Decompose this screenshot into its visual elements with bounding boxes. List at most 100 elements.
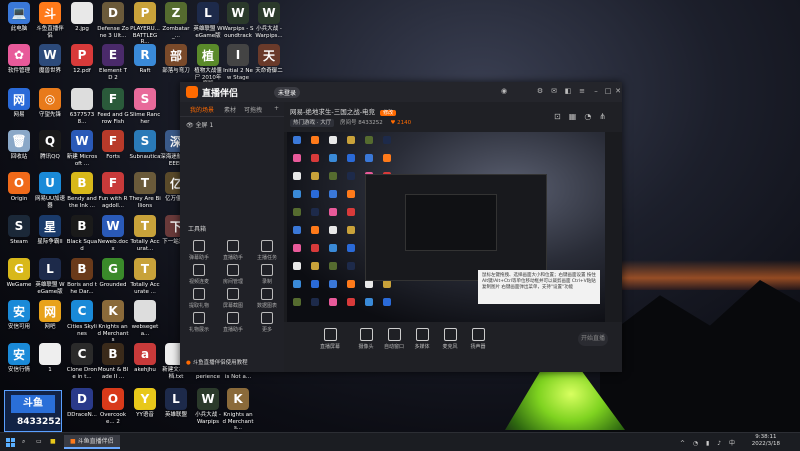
desktop-icon[interactable]: S Slime Rancher [129, 88, 161, 125]
menu-icon[interactable]: ≡ [578, 87, 586, 95]
toolbox-item[interactable]: 直播助手 [218, 312, 248, 333]
desktop-icon[interactable]: W 小兵大战 - Warpips [192, 388, 224, 425]
avatar-icon[interactable]: ◉ [500, 87, 508, 95]
desktop-icon[interactable]: 63775738... [66, 88, 98, 125]
desktop-icon[interactable]: L 英雄联盟 [160, 388, 192, 419]
edit-title-button[interactable]: 修改 [380, 110, 397, 116]
desktop-icon[interactable]: Z Zombatar_... [160, 2, 192, 39]
desktop-icon[interactable]: C Cities Skylines [66, 300, 98, 337]
desktop-icon[interactable]: B Boris and the Dar... [66, 258, 98, 295]
desktop-icon[interactable]: 天天命奇御二 [253, 44, 285, 75]
skin-icon[interactable]: ◧ [564, 87, 572, 95]
desktop-icon[interactable]: T They Are Billions [129, 172, 161, 209]
desktop-icon[interactable]: 网网易 [3, 88, 35, 119]
settings-icon[interactable]: ⚙ [536, 87, 544, 95]
desktop-icon[interactable]: 网网吧 [34, 300, 66, 331]
desktop-icon[interactable]: D Defense Zone 3 Ult... [97, 2, 129, 39]
desktop-icon[interactable]: P 12.pdf [66, 44, 98, 75]
minimize-icon[interactable]: – [592, 87, 600, 95]
toolbox-item[interactable]: 录制 [252, 264, 282, 285]
desktop-icon[interactable]: O Overcooke... 2 [97, 388, 129, 425]
desktop-icon[interactable]: W 小兵大战 - Warpips... [253, 2, 285, 39]
calendar-icon[interactable]: ▦ [569, 112, 585, 121]
desktop-icon[interactable]: W 新建 Microsoft ... [66, 130, 98, 167]
desktop-icon[interactable]: S Steam [3, 215, 35, 246]
system-tray[interactable]: ^ ◔ ▮ ♪ 中 [680, 438, 738, 447]
taskbar-app-douyu[interactable]: ■ 斗鱼直播伴侣 [64, 435, 120, 449]
desktop-icon[interactable]: T Totally Accurat... [129, 215, 161, 252]
desktop-icon[interactable]: L 英雄联盟 WeGame版 [34, 258, 66, 295]
category-badge[interactable]: 热门游戏 · 大厅 [290, 119, 335, 127]
bell-icon[interactable]: ◔ [584, 112, 599, 121]
tab-scenes[interactable]: 我的场景 [190, 105, 214, 114]
desktop-icon[interactable]: U 网易UU加速器 [34, 172, 66, 209]
tab-materials[interactable]: 素材 [224, 105, 236, 114]
desktop-icon[interactable]: B Bendy and the Ink ... [66, 172, 98, 209]
desktop-icon[interactable]: 斗斗鱼直播伴侣 [34, 2, 66, 39]
desktop-icon[interactable]: a akehjhu [129, 343, 161, 374]
task-view-icon[interactable]: ▭ [36, 435, 42, 449]
toolbox-item[interactable]: 数据图表 [252, 288, 282, 309]
desktop-icon[interactable]: G WeGame [3, 258, 35, 289]
desktop-icon[interactable]: O Origin [3, 172, 35, 203]
desktop-icon[interactable]: B Black Squad [66, 215, 98, 252]
source-button[interactable]: 扬声器 [460, 328, 496, 350]
desktop-icon[interactable]: R Raft [129, 44, 161, 75]
desktop-icon[interactable]: K Knights and Merchants [97, 300, 129, 344]
file-explorer-icon[interactable]: ■ [50, 435, 56, 449]
desktop-icon[interactable]: T Totally Accurate ... [129, 258, 161, 295]
close-icon[interactable]: ✕ [614, 87, 622, 95]
lock-icon[interactable]: ⊡ [554, 112, 569, 121]
desktop-icon[interactable]: G Grounded [97, 258, 129, 289]
desktop-icon[interactable]: I Initial 2 New Stage [222, 44, 254, 81]
desktop-icon[interactable]: C Clone Drone in t... [66, 343, 98, 380]
desktop-icon[interactable]: 安安信行情 [3, 343, 35, 374]
toolbox-item[interactable]: 直播助手 [218, 240, 248, 261]
start-stream-button[interactable]: 开始直播 [578, 332, 608, 346]
desktop-icon[interactable]: websegeta... [129, 300, 161, 337]
toolbox-item[interactable]: 主播任务 [252, 240, 282, 261]
desktop-icon[interactable]: 🗑 回收站 [3, 130, 35, 161]
tab-draggable[interactable]: 可拖拽 [244, 105, 262, 114]
desktop-icon[interactable]: 植植物大战僵尸 2010年度版 [192, 44, 224, 88]
search-icon[interactable]: ⌕ [22, 435, 25, 449]
desktop-icon[interactable]: W 魔兽世界 [34, 44, 66, 75]
share-icon[interactable]: ⋔ [599, 112, 614, 121]
desktop-icon[interactable]: B Mount & Blade II ... [97, 343, 129, 380]
eye-icon[interactable]: 👁 [186, 122, 194, 129]
start-menu-icon[interactable] [6, 438, 15, 447]
desktop-icon[interactable]: 💻 此电脑 [3, 2, 35, 33]
toolbox-item[interactable]: 更多 [252, 312, 282, 333]
desktop-icon[interactable]: Q 腾讯QQ [34, 130, 66, 161]
desktop-icon[interactable]: W Warpips - Soundtrack [222, 2, 254, 39]
desktop-icon[interactable]: ✿ 软件管理 [3, 44, 35, 75]
desktop-icon[interactable]: S Subnautica [129, 130, 161, 161]
toolbox-item[interactable]: 弹幕助手 [184, 240, 214, 261]
desktop-icon[interactable]: 1 [34, 343, 66, 374]
scene-item[interactable]: 👁 全屏 1 [186, 120, 213, 129]
desktop-icon[interactable]: K Knights and Merchants... [222, 388, 254, 432]
desktop-icon[interactable]: 部部落与弯刀 [160, 44, 192, 75]
desktop-icon[interactable]: F Fun with Ragdoll... [97, 172, 129, 209]
desktop-icon[interactable]: Y YY语音 [129, 388, 161, 419]
toolbox-item[interactable]: 屏幕截图 [218, 288, 248, 309]
toolbox-item[interactable]: 房间管理 [218, 264, 248, 285]
tutorial-link[interactable]: ● 斗鱼直播伴侣使用教程 [186, 358, 248, 366]
maximize-icon[interactable]: □ [604, 87, 612, 95]
desktop-icon[interactable]: F Feed and Grow Fish [97, 88, 129, 125]
login-button[interactable]: 未登录 [274, 87, 301, 98]
message-icon[interactable]: ✉ [550, 87, 558, 95]
desktop-icon[interactable]: ◎ 守望先锋 [34, 88, 66, 119]
desktop-icon[interactable]: L 英雄联盟 WeGame版 [192, 2, 224, 39]
toolbox-item[interactable]: 提取礼物 [184, 288, 214, 309]
tab-add[interactable]: + [274, 105, 279, 112]
clock[interactable]: 9:38:11 2022/3/18 [752, 434, 780, 448]
desktop-icon[interactable]: 安安信可用 [3, 300, 35, 331]
desktop-icon[interactable]: D DDraceN... [66, 388, 98, 419]
desktop-icon[interactable]: 2.jpg [66, 2, 98, 33]
desktop-icon[interactable]: E Element TD 2 [97, 44, 129, 81]
app-titlebar[interactable]: 直播伴侣 未登录 ◉ ⚙ ✉ ◧ ≡ – □ ✕ [180, 82, 622, 102]
desktop-icon[interactable]: P PLAYERU... BATTLEGR... [129, 2, 161, 46]
desktop-icon[interactable]: 星星际争霸II [34, 215, 66, 246]
desktop-icon[interactable]: F Forts [97, 130, 129, 161]
